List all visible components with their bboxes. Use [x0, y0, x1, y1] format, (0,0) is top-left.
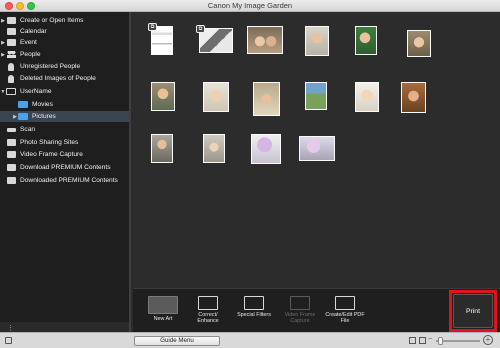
people-icon — [6, 51, 16, 59]
folder-icon — [18, 101, 28, 109]
sidebar: ▶ Create or Open Items Calendar ▶ Event … — [0, 12, 131, 332]
sidebar-item-calendar[interactable]: Calendar — [0, 26, 129, 37]
correct-enhance-button[interactable]: Correct/ Enhance — [188, 296, 228, 324]
sidebar-item-label: People — [20, 51, 41, 58]
image-thumbnail[interactable] — [305, 82, 327, 110]
special-filters-label: Special Filters — [237, 312, 271, 318]
image-thumbnail[interactable] — [305, 26, 329, 56]
special-filters-icon — [244, 296, 264, 310]
sidebar-item-label: UserName — [20, 88, 52, 95]
image-thumbnail[interactable] — [151, 134, 173, 163]
info-icon[interactable] — [5, 337, 12, 344]
video-frame-capture-label: Video Frame Capture — [284, 312, 316, 324]
item-type-icon: ⧉ — [148, 23, 157, 31]
zoom-slider-handle[interactable] — [438, 337, 443, 345]
image-thumbnail[interactable] — [247, 26, 283, 54]
image-thumbnail[interactable] — [251, 134, 281, 164]
sidebar-item-label: Download PREMIUM Contents — [20, 164, 111, 171]
sidebar-item-username[interactable]: ▼ UserName — [0, 86, 129, 97]
sidebar-item-label: Movies — [32, 101, 53, 108]
video-frame-icon — [6, 151, 16, 159]
sidebar-item-downloaded-premium-contents[interactable]: Downloaded PREMIUM Contents — [0, 175, 129, 186]
sidebar-item-download-premium-contents[interactable]: Download PREMIUM Contents — [0, 162, 129, 173]
sidebar-item-label: Deleted Images of People — [20, 75, 96, 82]
photo-sharing-icon — [6, 139, 16, 147]
sidebar-item-label: Photo Sharing Sites — [20, 139, 79, 146]
grid-view-icon[interactable] — [409, 337, 416, 344]
sidebar-item-scan[interactable]: Scan — [0, 124, 129, 135]
title-bar: Canon My Image Garden — [0, 0, 500, 12]
window-title: Canon My Image Garden — [207, 1, 293, 10]
print-label: Print — [466, 307, 480, 315]
image-thumbnail[interactable] — [299, 136, 335, 161]
sidebar-item-create-or-open-items[interactable]: ▶ Create or Open Items — [0, 15, 129, 26]
person-icon — [6, 74, 16, 83]
image-thumbnail[interactable]: ⧉ — [148, 23, 173, 55]
item-type-icon: ⧉ — [196, 25, 205, 33]
bottom-bar: Guide Menu − + — [0, 332, 500, 348]
correct-enhance-label: Correct/ Enhance — [197, 312, 219, 324]
create-edit-pdf-label: Create/Edit PDF File — [325, 312, 365, 324]
computer-icon — [6, 88, 16, 96]
sidebar-item-label: Video Frame Capture — [20, 151, 83, 158]
calendar-icon — [6, 28, 16, 36]
sidebar-item-label: Unregistered People — [20, 63, 81, 70]
zoom-out-icon[interactable]: − — [428, 336, 432, 343]
sidebar-item-people[interactable]: ▶ People — [0, 49, 129, 60]
image-thumbnail[interactable] — [355, 26, 377, 55]
action-toolbar: New Art Correct/ Enhance Special Filters… — [133, 288, 500, 332]
sidebar-item-label: Event — [20, 39, 37, 46]
sidebar-item-label: Create or Open Items — [20, 17, 84, 24]
special-filters-button[interactable]: Special Filters — [234, 296, 274, 318]
image-grid: ⧉ ⧉ — [133, 12, 500, 288]
event-icon — [6, 39, 16, 47]
person-icon — [6, 62, 16, 71]
sidebar-menu-icon[interactable]: ⋮ — [7, 324, 14, 332]
image-thumbnail[interactable] — [355, 82, 379, 112]
new-art-icon — [148, 296, 178, 314]
zoom-in-icon[interactable]: + — [483, 335, 493, 345]
image-thumbnail[interactable] — [401, 82, 426, 113]
downloaded-icon — [6, 177, 16, 185]
sidebar-item-photo-sharing-sites[interactable]: Photo Sharing Sites — [0, 137, 129, 148]
sidebar-item-event[interactable]: ▶ Event — [0, 37, 129, 48]
download-icon — [6, 164, 16, 172]
image-thumbnail[interactable]: ⧉ — [196, 25, 233, 53]
scan-icon — [6, 126, 16, 134]
sidebar-item-pictures[interactable]: ▶ Pictures — [0, 111, 129, 122]
new-art-label: New Art — [153, 316, 173, 322]
sidebar-item-label: Downloaded PREMIUM Contents — [20, 177, 118, 184]
pdf-icon — [335, 296, 355, 310]
create-edit-pdf-button[interactable]: Create/Edit PDF File — [325, 296, 365, 324]
guide-menu-button[interactable]: Guide Menu — [134, 336, 220, 346]
image-thumbnail[interactable] — [203, 82, 229, 112]
sidebar-item-label: Calendar — [20, 28, 47, 35]
print-button[interactable]: Print — [453, 294, 493, 328]
image-thumbnail[interactable] — [151, 82, 175, 111]
video-frame-capture-icon — [290, 296, 310, 310]
video-frame-capture-button[interactable]: Video Frame Capture — [280, 296, 320, 324]
sidebar-item-deleted-images-of-people[interactable]: Deleted Images of People — [0, 73, 129, 84]
sidebar-item-movies[interactable]: Movies — [0, 99, 129, 110]
sidebar-item-label: Scan — [20, 126, 36, 133]
folder-icon — [18, 113, 28, 121]
detail-view-icon[interactable] — [419, 337, 426, 344]
sidebar-item-video-frame-capture[interactable]: Video Frame Capture — [0, 149, 129, 160]
folder-icon — [6, 17, 16, 25]
correct-enhance-icon — [198, 296, 218, 310]
image-thumbnail[interactable] — [407, 30, 431, 57]
sidebar-item-unregistered-people[interactable]: Unregistered People — [0, 61, 129, 72]
new-art-button[interactable]: New Art — [143, 296, 183, 322]
image-thumbnail[interactable] — [203, 134, 225, 163]
sidebar-footer: ⋮ — [0, 322, 129, 332]
image-thumbnail[interactable] — [253, 82, 280, 116]
sidebar-item-label: Pictures — [32, 113, 56, 120]
